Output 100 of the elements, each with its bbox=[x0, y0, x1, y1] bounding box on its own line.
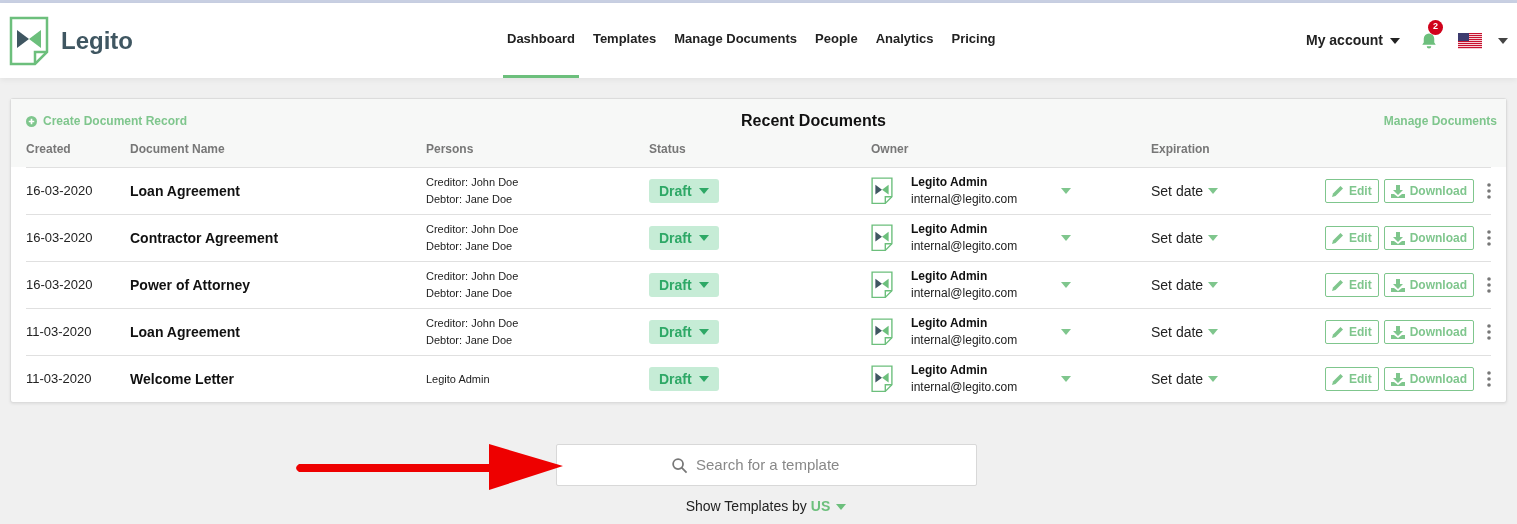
avatar-logo-icon bbox=[871, 318, 893, 346]
search-icon bbox=[671, 456, 688, 474]
caret-icon bbox=[698, 282, 709, 288]
document-name[interactable]: Loan Agreement bbox=[130, 180, 426, 202]
edit-button[interactable]: Edit bbox=[1325, 367, 1379, 391]
owner-email: internal@legito.com bbox=[911, 285, 1019, 302]
edit-button[interactable]: Edit bbox=[1325, 179, 1379, 203]
caret-icon bbox=[1208, 376, 1219, 382]
expiration-dropdown[interactable]: Set date bbox=[1151, 274, 1281, 296]
more-icon[interactable] bbox=[1487, 230, 1491, 246]
person-entry: Creditor: John Doe bbox=[426, 316, 520, 331]
notification-badge: 2 bbox=[1428, 19, 1443, 35]
more-icon[interactable] bbox=[1487, 324, 1491, 340]
bell-icon[interactable] bbox=[1420, 31, 1438, 50]
nav-tab[interactable]: Templates bbox=[588, 3, 661, 78]
person-entry: Debtor: Jane Doe bbox=[426, 286, 514, 301]
document-name[interactable]: Contractor Agreement bbox=[130, 227, 426, 249]
download-button[interactable]: Download bbox=[1383, 226, 1474, 250]
avatar-logo-icon bbox=[871, 177, 893, 205]
status-dropdown[interactable]: Draft bbox=[649, 273, 719, 297]
caret-icon bbox=[698, 376, 709, 382]
owner-caret-icon bbox=[1061, 376, 1071, 382]
status-dropdown[interactable]: Draft bbox=[649, 179, 719, 203]
manage-documents-link[interactable]: Manage Documents bbox=[1297, 112, 1497, 130]
more-icon[interactable] bbox=[1487, 277, 1491, 293]
nav-tab[interactable]: Analytics bbox=[871, 3, 938, 78]
download-icon bbox=[1390, 278, 1405, 292]
person-entry: Creditor: John Doe bbox=[426, 175, 520, 190]
column-header: Persons bbox=[426, 141, 475, 158]
pencil-icon bbox=[1332, 232, 1344, 244]
create-document-link[interactable]: Create Document Record bbox=[26, 112, 426, 130]
owner-caret-icon bbox=[1061, 188, 1071, 194]
pencil-icon bbox=[1332, 373, 1344, 385]
more-icon[interactable] bbox=[1487, 183, 1491, 199]
download-button[interactable]: Download bbox=[1383, 179, 1474, 203]
created-date: 11-03-2020 bbox=[26, 370, 93, 389]
plus-circle-icon bbox=[26, 115, 37, 127]
avatar-logo-icon bbox=[871, 224, 893, 252]
caret-icon bbox=[1208, 235, 1219, 241]
person-entry: Debtor: Jane Doe bbox=[426, 333, 514, 348]
edit-button[interactable]: Edit bbox=[1325, 226, 1379, 250]
more-icon[interactable] bbox=[1487, 371, 1491, 387]
expiration-dropdown[interactable]: Set date bbox=[1151, 321, 1281, 343]
owner-name: Legito Admin bbox=[911, 174, 989, 191]
expiration-dropdown[interactable]: Set date bbox=[1151, 180, 1281, 202]
account-menu[interactable]: My account bbox=[1306, 30, 1400, 51]
person-entry: Creditor: John Doe bbox=[426, 269, 520, 284]
expiration-dropdown[interactable]: Set date bbox=[1151, 368, 1281, 390]
logo-icon bbox=[9, 15, 49, 66]
download-icon bbox=[1390, 372, 1405, 386]
nav-tab[interactable]: Pricing bbox=[947, 3, 1000, 78]
created-date: 11-03-2020 bbox=[26, 323, 93, 342]
search-input[interactable]: Search for a template bbox=[696, 453, 861, 477]
owner-email: internal@legito.com bbox=[911, 379, 1019, 396]
owner-caret-icon bbox=[1061, 282, 1071, 288]
person-entry: Legito Admin bbox=[426, 371, 491, 387]
pencil-icon bbox=[1332, 279, 1344, 291]
owner-caret-icon bbox=[1061, 329, 1071, 335]
caret-icon bbox=[698, 235, 709, 241]
column-header: Expiration bbox=[1151, 141, 1211, 158]
download-icon bbox=[1390, 325, 1405, 339]
owner-name: Legito Admin bbox=[911, 221, 989, 238]
status-dropdown[interactable]: Draft bbox=[649, 226, 719, 250]
owner-email: internal@legito.com bbox=[911, 238, 1019, 255]
download-button[interactable]: Download bbox=[1383, 320, 1474, 344]
status-dropdown[interactable]: Draft bbox=[649, 367, 719, 391]
column-header: Status bbox=[649, 141, 687, 158]
edit-button[interactable]: Edit bbox=[1325, 320, 1379, 344]
region-dropdown[interactable]: US bbox=[810, 496, 847, 517]
nav-tab[interactable]: Dashboard bbox=[503, 3, 579, 78]
nav-tab[interactable]: People bbox=[811, 3, 862, 78]
column-header: Owner bbox=[871, 141, 910, 158]
template-search-field[interactable]: Search for a template bbox=[555, 444, 977, 486]
expiration-dropdown[interactable]: Set date bbox=[1151, 227, 1281, 249]
caret-icon bbox=[698, 188, 709, 194]
caret-icon bbox=[1208, 329, 1219, 335]
owner-name: Legito Admin bbox=[911, 268, 989, 285]
document-name[interactable]: Power of Attorney bbox=[130, 274, 426, 296]
caret-icon bbox=[698, 329, 709, 335]
owner-name: Legito Admin bbox=[911, 315, 989, 332]
caret-icon bbox=[1208, 188, 1219, 194]
person-entry: Debtor: Jane Doe bbox=[426, 192, 514, 207]
edit-button[interactable]: Edit bbox=[1325, 273, 1379, 297]
owner-email: internal@legito.com bbox=[911, 191, 1019, 208]
caret-icon bbox=[1390, 37, 1400, 44]
brand-name: Legito bbox=[61, 25, 133, 56]
nav-tab[interactable]: Manage Documents bbox=[670, 3, 802, 78]
owner-name: Legito Admin bbox=[911, 362, 989, 379]
caret-icon bbox=[1498, 37, 1508, 44]
document-name[interactable]: Welcome Letter bbox=[130, 368, 426, 390]
created-date: 16-03-2020 bbox=[26, 229, 94, 248]
caret-icon bbox=[836, 503, 847, 510]
download-button[interactable]: Download bbox=[1383, 367, 1474, 391]
status-dropdown[interactable]: Draft bbox=[649, 320, 719, 344]
download-button[interactable]: Download bbox=[1383, 273, 1474, 297]
card-title: Recent Documents bbox=[740, 111, 887, 131]
document-name[interactable]: Loan Agreement bbox=[130, 321, 426, 343]
flag-icon[interactable] bbox=[1458, 32, 1482, 49]
person-entry: Creditor: John Doe bbox=[426, 222, 520, 237]
download-icon bbox=[1390, 231, 1405, 245]
